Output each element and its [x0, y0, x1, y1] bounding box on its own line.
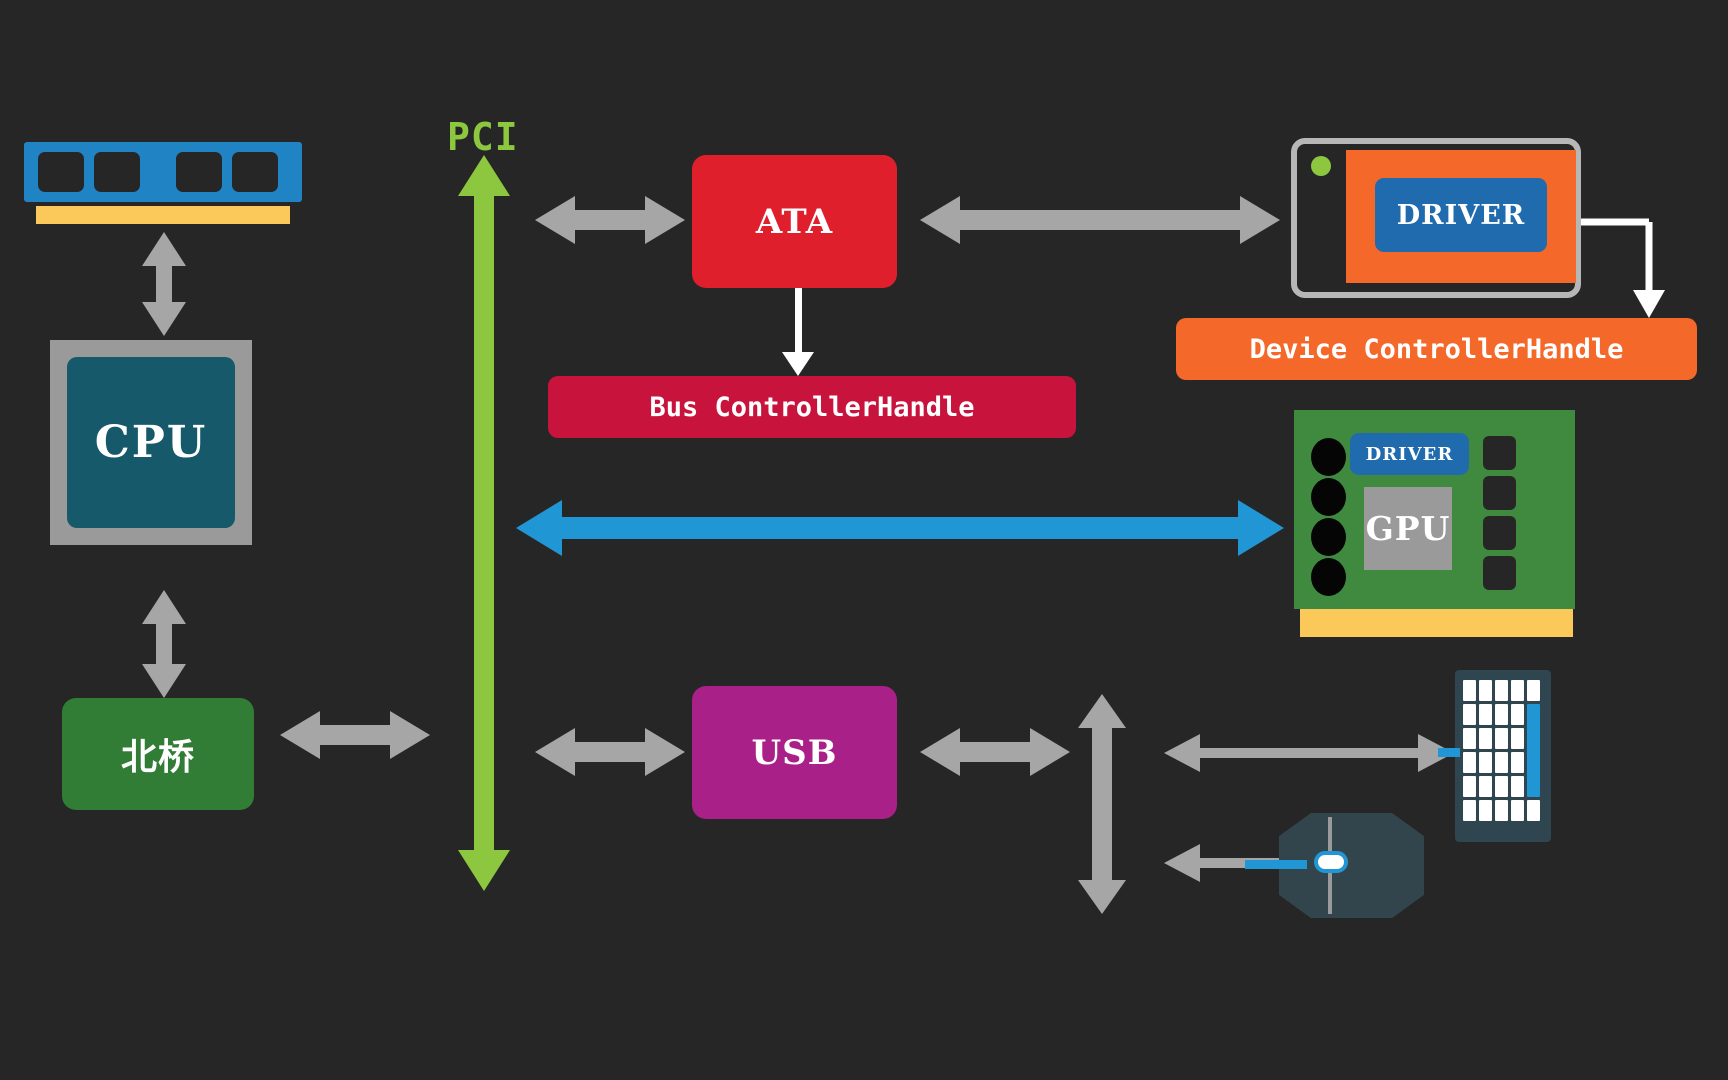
- keyboard-key[interactable]: [1511, 776, 1524, 797]
- keyboard-key[interactable]: [1479, 728, 1492, 749]
- hub-vertical-link: [1078, 694, 1126, 914]
- bus-controller-handle-box[interactable]: Bus ControllerHandle: [548, 376, 1076, 438]
- keyboard-enter-key[interactable]: [1527, 704, 1540, 797]
- gpu-memory-pad: [1483, 516, 1516, 550]
- keyboard-key[interactable]: [1463, 728, 1476, 749]
- gpu-mount-hole: [1311, 438, 1346, 476]
- keyboard-key[interactable]: [1479, 752, 1492, 773]
- gpu-driver-chip[interactable]: DRIVER: [1350, 433, 1469, 475]
- ata-bus-handle-link: [782, 288, 814, 376]
- keyboard-key[interactable]: [1527, 800, 1540, 821]
- keyboard-key[interactable]: [1463, 752, 1476, 773]
- pci-gpu-link: [516, 500, 1284, 556]
- gpu-mount-hole: [1311, 558, 1346, 596]
- keyboard-key[interactable]: [1463, 680, 1476, 701]
- ram-chip: [94, 152, 140, 192]
- keyboard-key[interactable]: [1511, 704, 1524, 725]
- gpu-memory-pad: [1483, 476, 1516, 510]
- northbridge-box[interactable]: 北桥: [62, 698, 254, 810]
- keyboard-key[interactable]: [1479, 704, 1492, 725]
- cpu-die: CPU: [67, 357, 235, 528]
- keyboard-key[interactable]: [1511, 800, 1524, 821]
- ram-cpu-link: [142, 232, 186, 336]
- keyboard-key[interactable]: [1479, 680, 1492, 701]
- keyboard-key[interactable]: [1511, 752, 1524, 773]
- northbridge-pci-link: [280, 711, 430, 759]
- cpu-northbridge-link: [142, 590, 186, 698]
- memory-module: [24, 142, 302, 232]
- keyboard-key[interactable]: [1495, 776, 1508, 797]
- gpu-card: DRIVER GPU: [1294, 410, 1580, 640]
- ram-chip: [232, 152, 278, 192]
- usb-box[interactable]: USB: [692, 686, 897, 819]
- pci-bus-arrow: [458, 155, 510, 891]
- keyboard-key[interactable]: [1463, 704, 1476, 725]
- device-screen: DRIVER: [1346, 150, 1576, 283]
- ram-chip: [176, 152, 222, 192]
- keyboard-key[interactable]: [1527, 680, 1540, 701]
- hub-keyboard-link: [1164, 734, 1454, 772]
- ram-gold-contacts: [36, 206, 290, 224]
- keyboard-key[interactable]: [1495, 800, 1508, 821]
- keyboard-key[interactable]: [1479, 800, 1492, 821]
- gpu-memory-pad: [1483, 556, 1516, 590]
- cpu-package: CPU: [50, 340, 278, 590]
- mouse[interactable]: [1245, 813, 1424, 918]
- gpu-memory-pad: [1483, 436, 1516, 470]
- ata-device-link: [920, 196, 1280, 244]
- gpu-mount-hole: [1311, 478, 1346, 516]
- ram-chip: [38, 152, 84, 192]
- device-driver-chip[interactable]: DRIVER: [1375, 178, 1547, 252]
- keyboard-key[interactable]: [1495, 704, 1508, 725]
- device-to-device-handle-link: [1578, 218, 1665, 318]
- gpu-die: GPU: [1364, 487, 1452, 570]
- keyboard[interactable]: [1438, 670, 1555, 845]
- keyboard-key[interactable]: [1463, 800, 1476, 821]
- pci-bus-label: PCI: [447, 115, 519, 159]
- keyboard-key[interactable]: [1495, 752, 1508, 773]
- mouse-cable: [1245, 860, 1307, 869]
- pci-usb-link: [535, 728, 685, 776]
- pci-ata-link: [535, 196, 685, 244]
- keyboard-key[interactable]: [1495, 680, 1508, 701]
- gpu-gold-contacts: [1300, 609, 1573, 637]
- keyboard-key[interactable]: [1463, 776, 1476, 797]
- mouse-scroll-wheel[interactable]: [1314, 851, 1348, 873]
- device-controller-handle-box[interactable]: Device ControllerHandle: [1176, 318, 1697, 380]
- power-led-icon: [1311, 156, 1331, 176]
- usb-hub-link: [920, 728, 1070, 776]
- keyboard-key[interactable]: [1495, 728, 1508, 749]
- ata-box[interactable]: ATA: [692, 155, 897, 288]
- diagram-canvas: CPU 北桥 PCI ATA Bus ControllerHandle USB …: [0, 0, 1728, 1080]
- device-enclosure: DRIVER: [1291, 138, 1581, 298]
- keyboard-key[interactable]: [1511, 728, 1524, 749]
- keyboard-key[interactable]: [1511, 680, 1524, 701]
- keyboard-cable: [1438, 748, 1460, 757]
- gpu-mount-hole: [1311, 518, 1346, 556]
- keyboard-key[interactable]: [1479, 776, 1492, 797]
